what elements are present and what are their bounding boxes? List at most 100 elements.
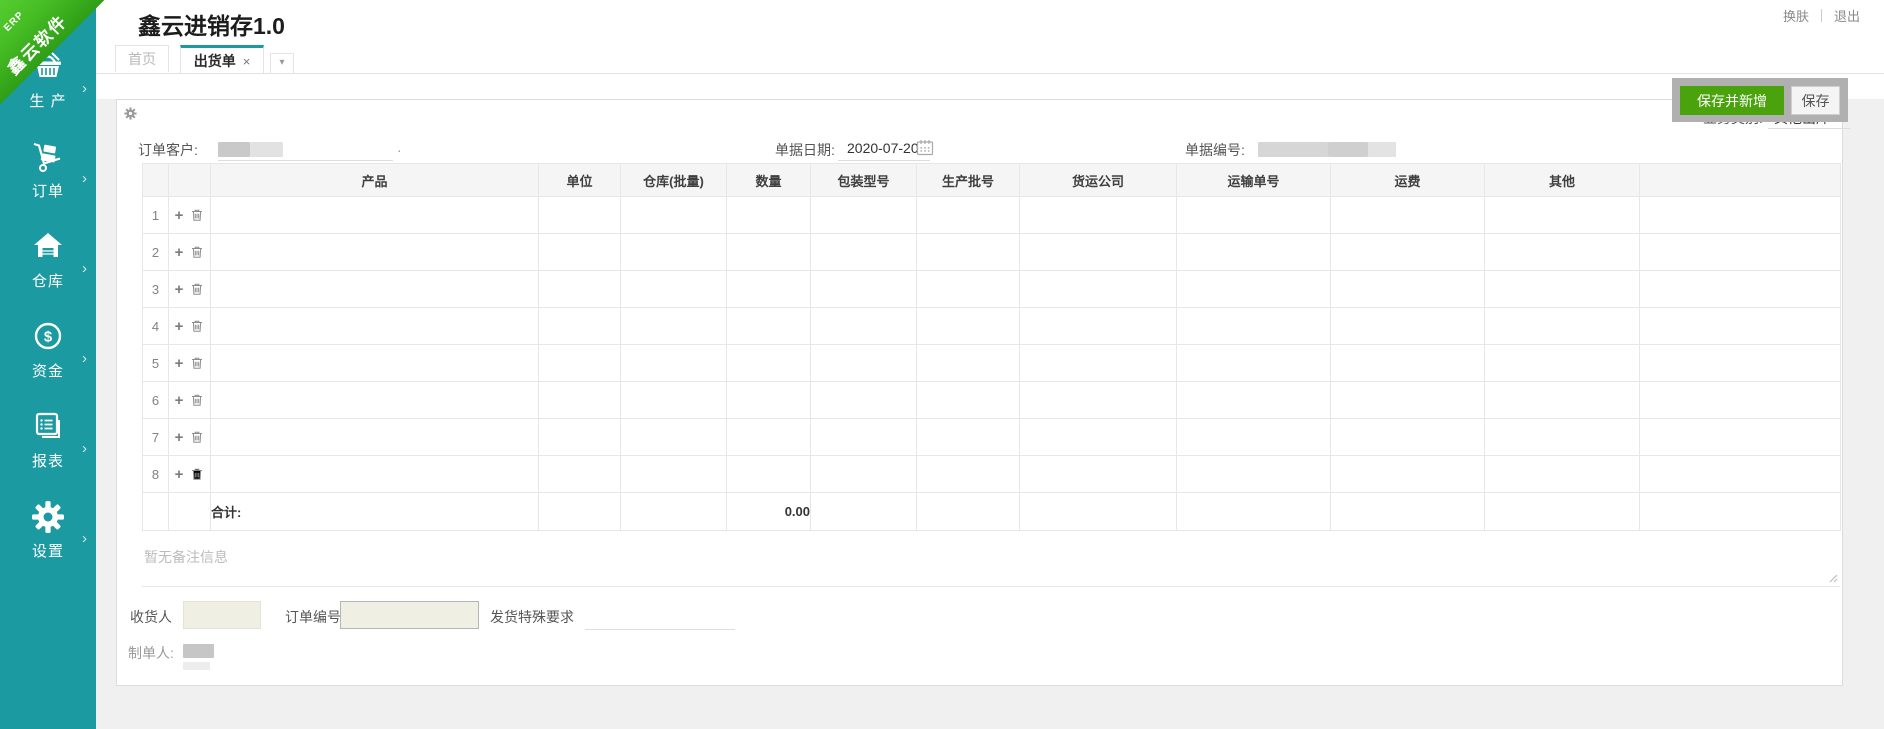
sidebar-item-production[interactable]: 生 产 › — [0, 50, 96, 122]
add-row-icon[interactable]: + — [175, 318, 184, 335]
grid-cell[interactable] — [1331, 382, 1485, 419]
grid-cell[interactable] — [1020, 456, 1177, 493]
grid-cell[interactable] — [211, 197, 539, 234]
grid-cell[interactable] — [1640, 308, 1841, 345]
calendar-icon[interactable] — [916, 139, 934, 156]
grid-cell[interactable] — [211, 456, 539, 493]
grid-cell[interactable] — [1485, 345, 1640, 382]
grid-cell[interactable] — [1331, 308, 1485, 345]
grid-cell[interactable] — [211, 271, 539, 308]
grid-cell[interactable] — [1485, 234, 1640, 271]
grid-cell[interactable] — [1177, 419, 1331, 456]
grid-cell[interactable] — [211, 345, 539, 382]
grid-cell[interactable] — [1331, 456, 1485, 493]
grid-cell[interactable] — [811, 419, 917, 456]
delete-row-icon[interactable] — [190, 467, 204, 481]
grid-cell[interactable] — [917, 197, 1020, 234]
grid-cell[interactable] — [1331, 345, 1485, 382]
grid-cell[interactable] — [1485, 197, 1640, 234]
date-value[interactable]: 2020-07-20 — [847, 140, 919, 156]
grid-cell[interactable] — [727, 345, 811, 382]
grid-cell[interactable] — [621, 271, 727, 308]
close-tab-icon[interactable]: × — [243, 54, 251, 69]
sidebar-item-reports[interactable]: 报表 › — [0, 410, 96, 482]
sidebar-item-settings[interactable]: 设置 › — [0, 500, 96, 572]
grid-cell[interactable] — [1640, 271, 1841, 308]
add-row-icon[interactable]: + — [175, 429, 184, 446]
delete-row-icon[interactable] — [190, 430, 204, 444]
add-row-icon[interactable]: + — [175, 392, 184, 409]
grid-cell[interactable] — [539, 234, 621, 271]
delete-row-icon[interactable] — [190, 356, 204, 370]
grid-cell[interactable] — [917, 308, 1020, 345]
grid-cell[interactable] — [1485, 456, 1640, 493]
grid-cell[interactable] — [539, 308, 621, 345]
grid-cell[interactable] — [727, 308, 811, 345]
grid-cell[interactable] — [917, 456, 1020, 493]
grid-cell[interactable] — [917, 234, 1020, 271]
sidebar-item-orders[interactable]: 订单 › — [0, 140, 96, 212]
grid-cell[interactable] — [727, 456, 811, 493]
sidebar-item-funds[interactable]: $ 资金 › — [0, 320, 96, 392]
grid-cell[interactable] — [1485, 271, 1640, 308]
grid-cell[interactable] — [1331, 271, 1485, 308]
grid-cell[interactable] — [811, 234, 917, 271]
save-and-new-button[interactable]: 保存并新增 — [1680, 86, 1784, 115]
grid-cell[interactable] — [1331, 197, 1485, 234]
delete-row-icon[interactable] — [190, 245, 204, 259]
grid-cell[interactable] — [727, 197, 811, 234]
grid-cell[interactable] — [1020, 345, 1177, 382]
grid-cell[interactable] — [1640, 234, 1841, 271]
grid-cell[interactable] — [727, 271, 811, 308]
grid-cell[interactable] — [211, 234, 539, 271]
grid-cell[interactable] — [211, 308, 539, 345]
grid-cell[interactable] — [1177, 308, 1331, 345]
grid-cell[interactable] — [1177, 345, 1331, 382]
grid-cell[interactable] — [539, 271, 621, 308]
sidebar-item-warehouse[interactable]: 仓库 › — [0, 230, 96, 302]
grid-cell[interactable] — [211, 382, 539, 419]
grid-cell[interactable] — [727, 382, 811, 419]
grid-cell[interactable] — [727, 234, 811, 271]
save-button[interactable]: 保存 — [1791, 86, 1840, 115]
grid-cell[interactable] — [539, 345, 621, 382]
remark-textarea[interactable]: 暂无备注信息 — [142, 536, 1840, 587]
customer-field[interactable] — [218, 160, 393, 161]
grid-cell[interactable] — [539, 456, 621, 493]
delete-row-icon[interactable] — [190, 319, 204, 333]
tab-shipping-order[interactable]: 出货单× — [180, 45, 264, 73]
grid-cell[interactable] — [1177, 271, 1331, 308]
grid-cell[interactable] — [1485, 419, 1640, 456]
grid-cell[interactable] — [811, 345, 917, 382]
grid-cell[interactable] — [917, 271, 1020, 308]
grid-cell[interactable] — [1177, 382, 1331, 419]
grid-cell[interactable] — [917, 382, 1020, 419]
receiver-input[interactable] — [183, 601, 261, 629]
grid-cell[interactable] — [917, 419, 1020, 456]
grid-cell[interactable] — [211, 419, 539, 456]
resize-grip-icon[interactable] — [1827, 572, 1838, 583]
grid-cell[interactable] — [727, 419, 811, 456]
grid-cell[interactable] — [1177, 456, 1331, 493]
grid-cell[interactable] — [1331, 234, 1485, 271]
add-row-icon[interactable]: + — [175, 355, 184, 372]
grid-cell[interactable] — [621, 419, 727, 456]
change-skin-link[interactable]: 换肤 — [1777, 6, 1815, 25]
grid-cell[interactable] — [811, 382, 917, 419]
grid-cell[interactable] — [539, 382, 621, 419]
grid-cell[interactable] — [1177, 234, 1331, 271]
grid-cell[interactable] — [621, 382, 727, 419]
grid-cell[interactable] — [1640, 345, 1841, 382]
tab-home[interactable]: 首页 — [115, 45, 169, 72]
grid-cell[interactable] — [811, 197, 917, 234]
order-no-input[interactable] — [340, 601, 479, 629]
grid-cell[interactable] — [1020, 271, 1177, 308]
add-row-icon[interactable]: + — [175, 244, 184, 261]
grid-cell[interactable] — [1485, 308, 1640, 345]
add-row-icon[interactable]: + — [175, 281, 184, 298]
grid-cell[interactable] — [1020, 382, 1177, 419]
grid-cell[interactable] — [1020, 234, 1177, 271]
grid-cell[interactable] — [621, 456, 727, 493]
logout-link[interactable]: 退出 — [1828, 6, 1866, 25]
delete-row-icon[interactable] — [190, 393, 204, 407]
